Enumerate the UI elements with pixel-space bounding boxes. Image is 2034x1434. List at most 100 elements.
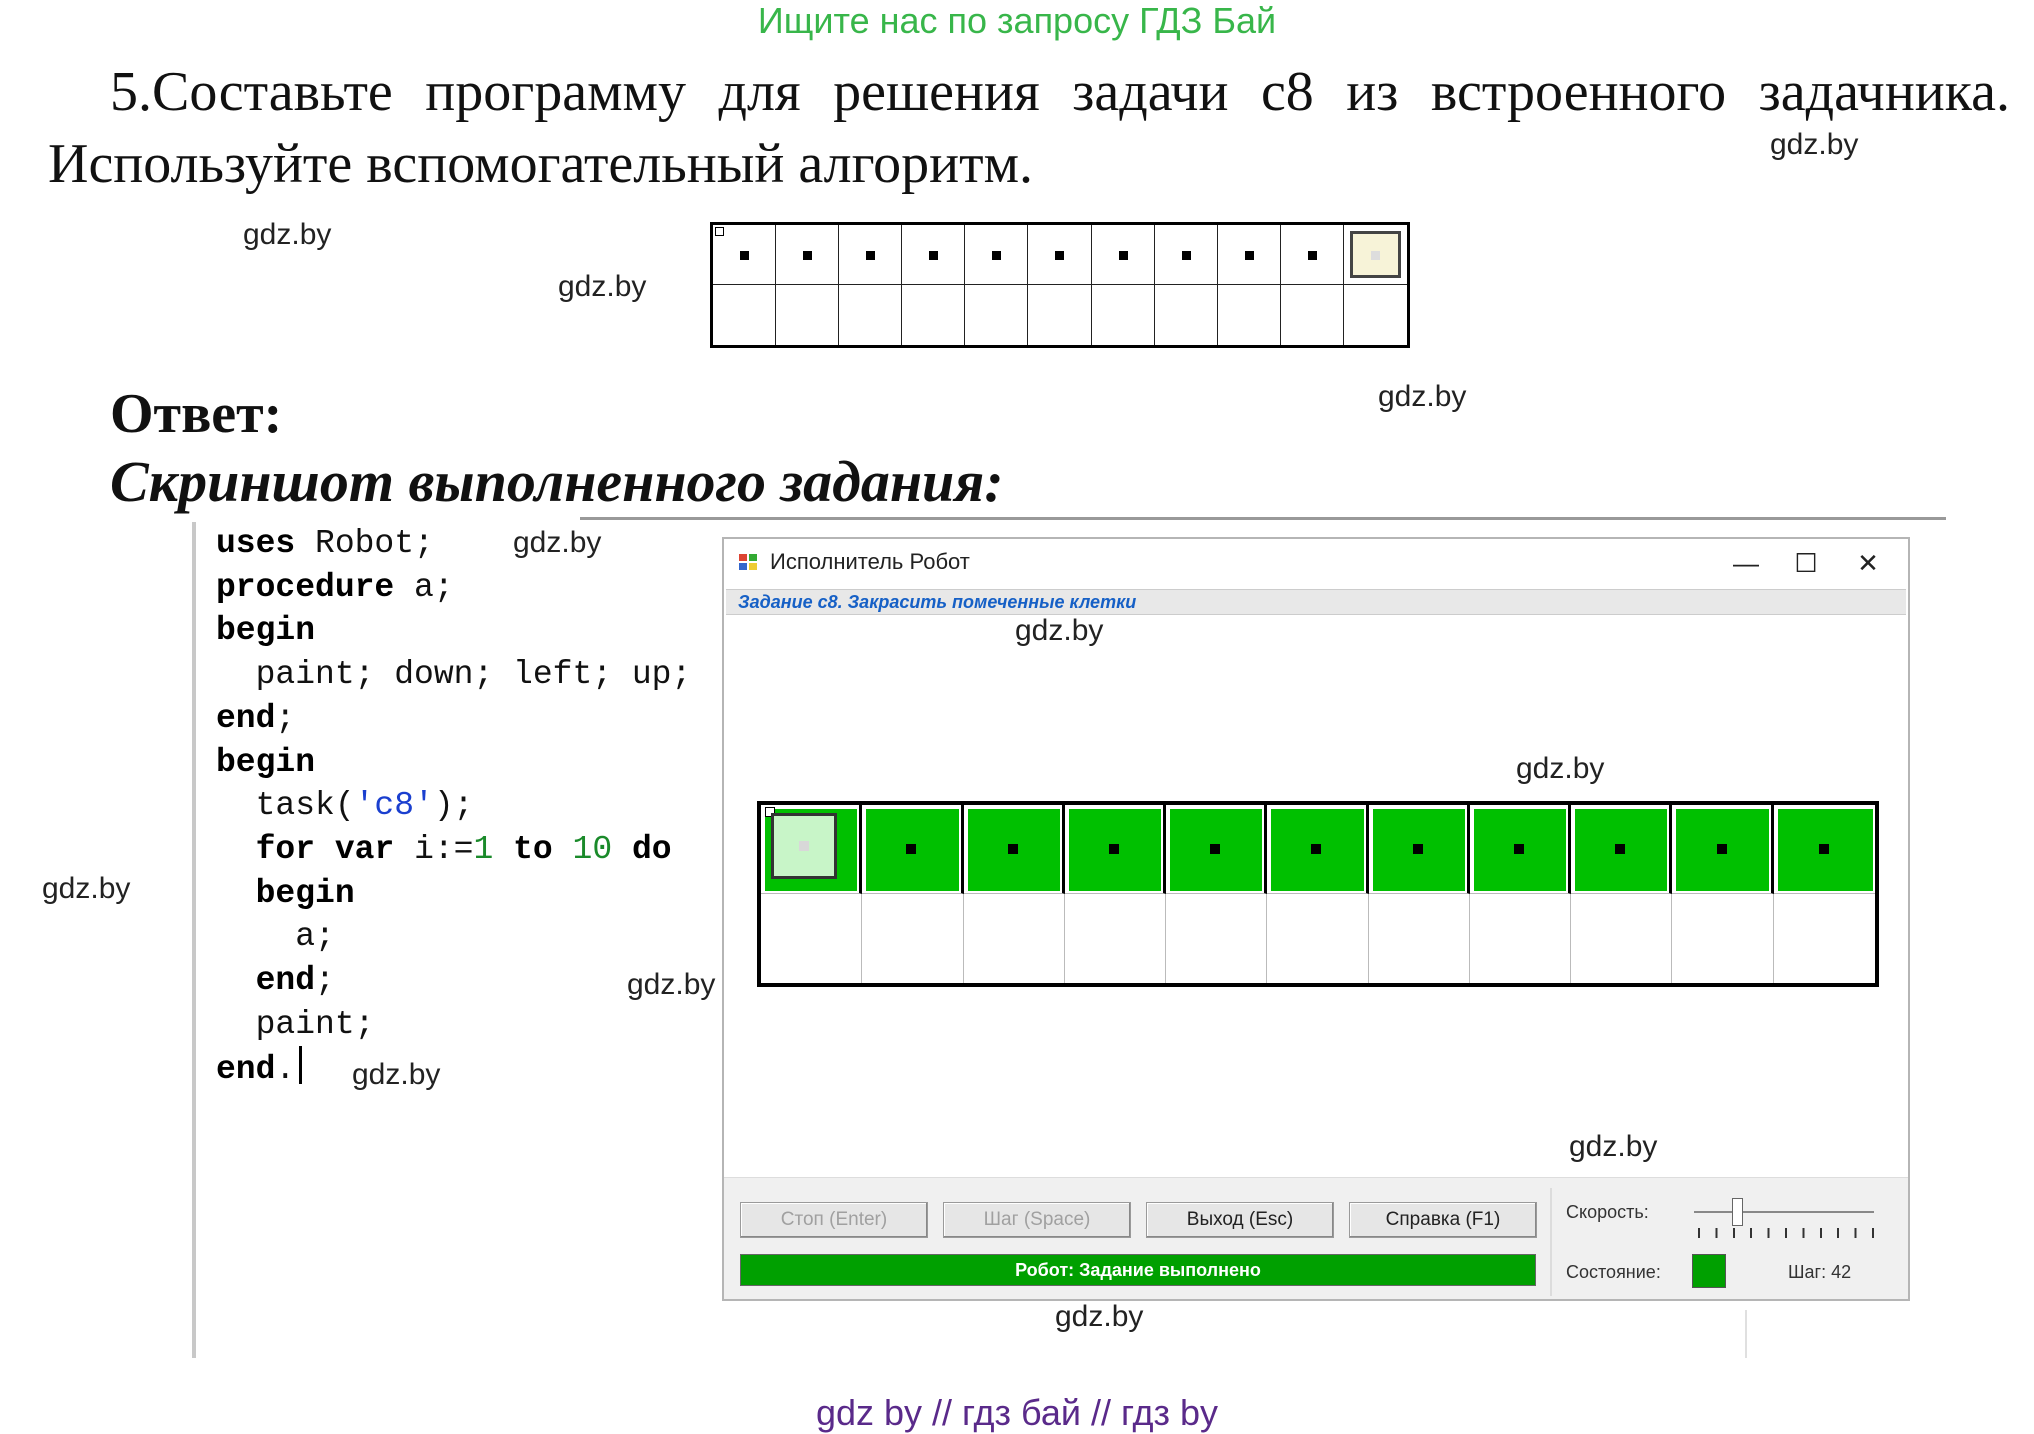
watermark: gdz.by <box>1015 614 1104 647</box>
field-cell <box>1065 894 1167 983</box>
mark-dot <box>1007 844 1018 854</box>
code-line[interactable]: uses Robot; <box>216 522 691 566</box>
speed-slider-thumb[interactable] <box>1732 1198 1743 1226</box>
code-line[interactable]: begin <box>216 609 691 653</box>
field-cell <box>862 894 964 983</box>
code-editor[interactable]: uses Robot; procedure a; begin paint; down… <box>192 522 734 1358</box>
mark-dot <box>906 844 917 854</box>
preview-cell <box>839 225 903 285</box>
mark-dot <box>1307 250 1317 260</box>
field-cell-painted <box>761 805 863 894</box>
watermark: gdz.by <box>352 1058 441 1091</box>
control-panel: Стоп (Enter) Шаг (Space) Выход (Esc) Спр… <box>724 1177 1908 1299</box>
robot-executor-window: Исполнитель Робот — ☐ ✕ Задание c8. Закр… <box>722 537 1910 1301</box>
preview-cell <box>1218 285 1281 345</box>
preview-cell <box>1217 225 1281 285</box>
preview-cell <box>1343 225 1407 285</box>
code-line[interactable]: task('c8'); <box>216 784 691 828</box>
code-line[interactable]: end; <box>216 697 691 741</box>
close-button[interactable]: ✕ <box>1838 543 1898 583</box>
robot-field <box>757 801 1879 987</box>
field-cell <box>1267 894 1369 983</box>
preview-cell <box>776 285 840 345</box>
field-cell <box>1774 894 1875 983</box>
field-cell <box>761 894 863 983</box>
code-line[interactable]: begin <box>216 741 691 785</box>
field-cell-painted <box>1267 805 1369 894</box>
watermark: gdz.by <box>558 270 647 303</box>
preview-cell <box>902 285 966 345</box>
watermark: gdz.by <box>627 968 716 1001</box>
preview-cell <box>1028 285 1092 345</box>
code-line[interactable]: paint; down; left; up; <box>216 653 692 697</box>
field-cell-painted <box>1469 805 1572 894</box>
watermark: gdz.by <box>1770 128 1859 161</box>
field-cell-painted <box>1064 805 1167 894</box>
field-cell-painted <box>1166 805 1268 894</box>
divider <box>1745 1310 1747 1358</box>
mark-dot <box>1118 250 1128 260</box>
mark-dot <box>1514 844 1525 854</box>
code-text[interactable]: uses Robot; procedure a; begin paint; down… <box>216 522 691 1092</box>
robot-icon <box>1349 231 1401 278</box>
preview-cell <box>902 225 966 285</box>
preview-cell <box>965 225 1029 285</box>
watermark: gdz.by <box>1055 1300 1144 1333</box>
preview-cell <box>713 225 777 285</box>
maximize-button[interactable]: ☐ <box>1776 543 1836 583</box>
mark-dot <box>799 841 809 851</box>
preview-cell <box>713 285 777 345</box>
mark-dot <box>1615 844 1626 854</box>
minimize-button[interactable]: — <box>1716 543 1776 583</box>
window-titlebar[interactable]: Исполнитель Робот — ☐ ✕ <box>724 539 1908 587</box>
mark-dot <box>1181 250 1191 260</box>
stop-button[interactable]: Стоп (Enter) <box>740 1202 928 1238</box>
mark-dot <box>1716 844 1727 854</box>
robot-start-marker <box>715 227 724 236</box>
mark-dot <box>1819 844 1830 854</box>
field-cell-painted <box>963 805 1065 894</box>
mark-dot <box>1412 844 1423 854</box>
slider-ticks <box>1698 1228 1874 1238</box>
mark-dot <box>929 250 939 260</box>
preview-cell <box>1281 285 1344 345</box>
code-line[interactable]: end; <box>216 959 691 1003</box>
mark-dot <box>803 250 813 260</box>
watermark: gdz.by <box>1378 380 1467 413</box>
divider <box>580 517 1946 520</box>
field-cell <box>1166 894 1268 983</box>
state-label: Состояние: <box>1566 1262 1661 1282</box>
field-cell-painted <box>1368 805 1470 894</box>
code-line[interactable]: a; <box>216 915 691 959</box>
code-line[interactable]: paint; <box>216 1003 691 1047</box>
watermark: gdz.by <box>1516 752 1605 785</box>
code-line[interactable]: procedure a; <box>216 566 691 610</box>
mark-dot <box>1108 844 1119 854</box>
exit-button[interactable]: Выход (Esc) <box>1146 1202 1334 1238</box>
task-header: Задание c8. Закрасить помеченные клетки <box>726 589 1906 615</box>
watermark: gdz.by <box>42 872 131 905</box>
task-field-preview <box>710 222 1410 348</box>
bottom-banner: gdz by // гдз бай // гдз by <box>815 1392 1219 1433</box>
answer-heading: Ответ: <box>110 383 283 445</box>
preview-cell <box>1155 285 1218 345</box>
code-line[interactable]: begin <box>216 872 691 916</box>
state-indicator <box>1692 1254 1726 1288</box>
preview-cell <box>1344 285 1407 345</box>
divider <box>1550 1188 1552 1296</box>
mark-dot <box>1055 250 1065 260</box>
field-cell <box>1470 894 1572 983</box>
help-button[interactable]: Справка (F1) <box>1349 1202 1537 1238</box>
preview-cell <box>1280 225 1344 285</box>
step-button[interactable]: Шаг (Space) <box>943 1202 1131 1238</box>
robot-icon <box>771 813 837 879</box>
speed-slider[interactable] <box>1694 1211 1874 1213</box>
preview-cell <box>1028 225 1092 285</box>
field-cell <box>1369 894 1470 983</box>
code-line[interactable]: for var i:=1 to 10 do <box>216 828 691 872</box>
code-line[interactable]: end. <box>216 1046 691 1092</box>
field-cell-painted <box>1672 805 1774 894</box>
field-cell-painted <box>862 805 964 894</box>
preview-cell <box>965 285 1029 345</box>
preview-cell <box>776 225 840 285</box>
